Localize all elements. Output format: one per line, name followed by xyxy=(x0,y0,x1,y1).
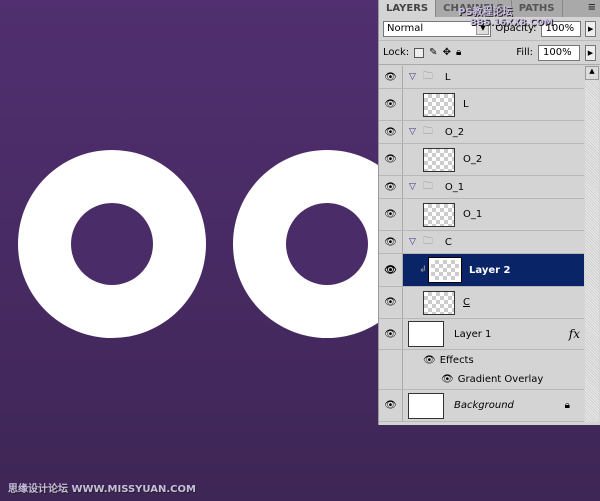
eye-icon-column xyxy=(379,370,403,389)
layer-row-o_1[interactable]: 👁︎ ▽ 🗀 O_1 xyxy=(379,176,584,199)
group-name: O_2 xyxy=(444,126,465,138)
gradient-overlay-row[interactable]: 👁︎ Gradient Overlay xyxy=(379,370,584,390)
layer-name: C xyxy=(463,297,470,308)
fill-label: Fill: xyxy=(516,47,533,58)
layer-thumbnail xyxy=(428,257,462,283)
tab-paths[interactable]: PATHS xyxy=(512,0,563,17)
opacity-slider-button[interactable]: ▶ xyxy=(585,20,597,37)
layer-name: O_2 xyxy=(463,154,483,165)
eye-icon[interactable]: 👁︎ xyxy=(379,121,403,143)
folder-icon: 🗀 xyxy=(422,70,433,82)
fill-slider-button[interactable]: ▶ xyxy=(585,44,596,61)
layer-row-l[interactable]: 👁︎ L xyxy=(379,89,584,121)
layer-row-background[interactable]: 👁︎ Background 🔒︎ xyxy=(379,390,584,422)
scroll-up-icon[interactable]: ▲ xyxy=(585,66,599,80)
layer-name: O_1 xyxy=(463,209,483,220)
gradient-overlay-label: Gradient Overlay xyxy=(457,374,544,385)
layer-name: L xyxy=(463,99,469,110)
layer-thumbnail xyxy=(423,147,455,172)
layer-row-o_2[interactable]: 👁︎ O_2 xyxy=(379,144,584,176)
folder-icon: 🗀 xyxy=(422,125,433,137)
fill-input[interactable]: 100% xyxy=(538,44,580,61)
eye-icon[interactable]: 👁︎ xyxy=(379,176,403,198)
watermark-top: PS教程论坛 xyxy=(458,7,513,18)
watermark-bottom: 思缘设计论坛 WWW.MISSYUAN.COM xyxy=(8,484,196,495)
layer-name: Layer 2 xyxy=(469,264,511,276)
effects-label: Effects xyxy=(439,354,474,366)
layer-name: Layer 1 xyxy=(454,328,492,340)
ring-1-hole xyxy=(71,203,153,285)
layer-thumbnail xyxy=(423,202,455,227)
eye-icon[interactable]: 👁︎ xyxy=(379,287,403,318)
expand-triangle-icon[interactable]: ▽ xyxy=(409,127,416,137)
eye-icon[interactable]: 👁︎ xyxy=(379,199,403,230)
lock-label: Lock: xyxy=(383,47,410,58)
expand-triangle-icon[interactable]: ▽ xyxy=(409,182,416,192)
fx-icon[interactable]: fx xyxy=(569,327,580,341)
layer-thumbnail xyxy=(408,392,444,419)
layer-row-c[interactable]: 👁︎ C xyxy=(379,287,584,319)
eye-icon[interactable]: 👁︎ xyxy=(379,254,403,286)
eye-icon[interactable]: 👁︎ xyxy=(379,89,403,120)
group-name: L xyxy=(444,71,451,83)
panel-menu-icon[interactable]: ≡ xyxy=(584,0,600,17)
ring-2-hole xyxy=(286,203,368,285)
clipping-arrow-icon: ↲ xyxy=(419,265,427,275)
layer-thumbnail xyxy=(423,92,455,117)
eye-icon[interactable]: 👁︎ xyxy=(379,231,403,253)
eye-icon[interactable]: 👁︎ xyxy=(379,66,403,88)
lock-icon: 🔒︎ xyxy=(564,400,570,411)
lock-move-icon[interactable]: ✥ xyxy=(443,47,451,58)
tab-layers[interactable]: LAYERS xyxy=(379,0,437,17)
lock-transparency-icon[interactable] xyxy=(414,47,425,58)
layer-row-layer-1[interactable]: 👁︎ Layer 1 fx xyxy=(379,319,584,350)
layer-row-o_2[interactable]: 👁︎ ▽ 🗀 O_2 xyxy=(379,121,584,144)
eye-icon[interactable]: 👁︎ xyxy=(379,390,403,421)
layer-list: 👁︎ ▽ 🗀 L 👁︎ L 👁︎ ▽ 🗀 O_2 👁︎ O_2 👁︎ ▽ 🗀 O_1 👁︎ O_1 👁︎ ▽ 🗀 C 👁︎ ↲… xyxy=(379,66,584,422)
expand-triangle-icon[interactable]: ▽ xyxy=(409,72,416,82)
group-name: C xyxy=(444,236,452,248)
layer-name: Background xyxy=(454,400,514,411)
layer-row-layer-2[interactable]: 👁︎ ↲ Layer 2 xyxy=(379,254,584,287)
folder-icon: 🗀 xyxy=(422,235,433,247)
layer-thumbnail xyxy=(408,321,444,347)
watermark-top-url: BBS.16XX8.COM xyxy=(470,18,553,28)
lock-all-icon[interactable]: 🔒︎ xyxy=(456,47,461,58)
eye-icon-column xyxy=(379,350,403,370)
lock-brush-icon[interactable]: ✎ xyxy=(429,47,437,58)
expand-triangle-icon[interactable]: ▽ xyxy=(409,237,416,247)
layers-panel: LAYERS CHANNELS PATHS ≡ Normal ▼ Opacity:… xyxy=(378,0,600,425)
layer-thumbnail xyxy=(423,290,455,315)
blend-mode-value: Normal xyxy=(387,23,424,34)
effects-eye-icon[interactable]: 👁︎ xyxy=(423,355,436,366)
eye-icon[interactable]: 👁︎ xyxy=(379,319,403,349)
layer-row-c[interactable]: 👁︎ ▽ 🗀 C xyxy=(379,231,584,254)
gradient-overlay-eye-icon[interactable]: 👁︎ xyxy=(441,374,454,385)
layer-row-o_1[interactable]: 👁︎ O_1 xyxy=(379,199,584,231)
eye-icon[interactable]: 👁︎ xyxy=(379,144,403,175)
layer-row-l[interactable]: 👁︎ ▽ 🗀 L xyxy=(379,66,584,89)
folder-icon: 🗀 xyxy=(422,180,433,192)
scrollbar[interactable]: ▲ xyxy=(585,66,599,422)
group-name: O_1 xyxy=(444,181,465,193)
effects-row[interactable]: 👁︎ Effects xyxy=(379,350,584,370)
